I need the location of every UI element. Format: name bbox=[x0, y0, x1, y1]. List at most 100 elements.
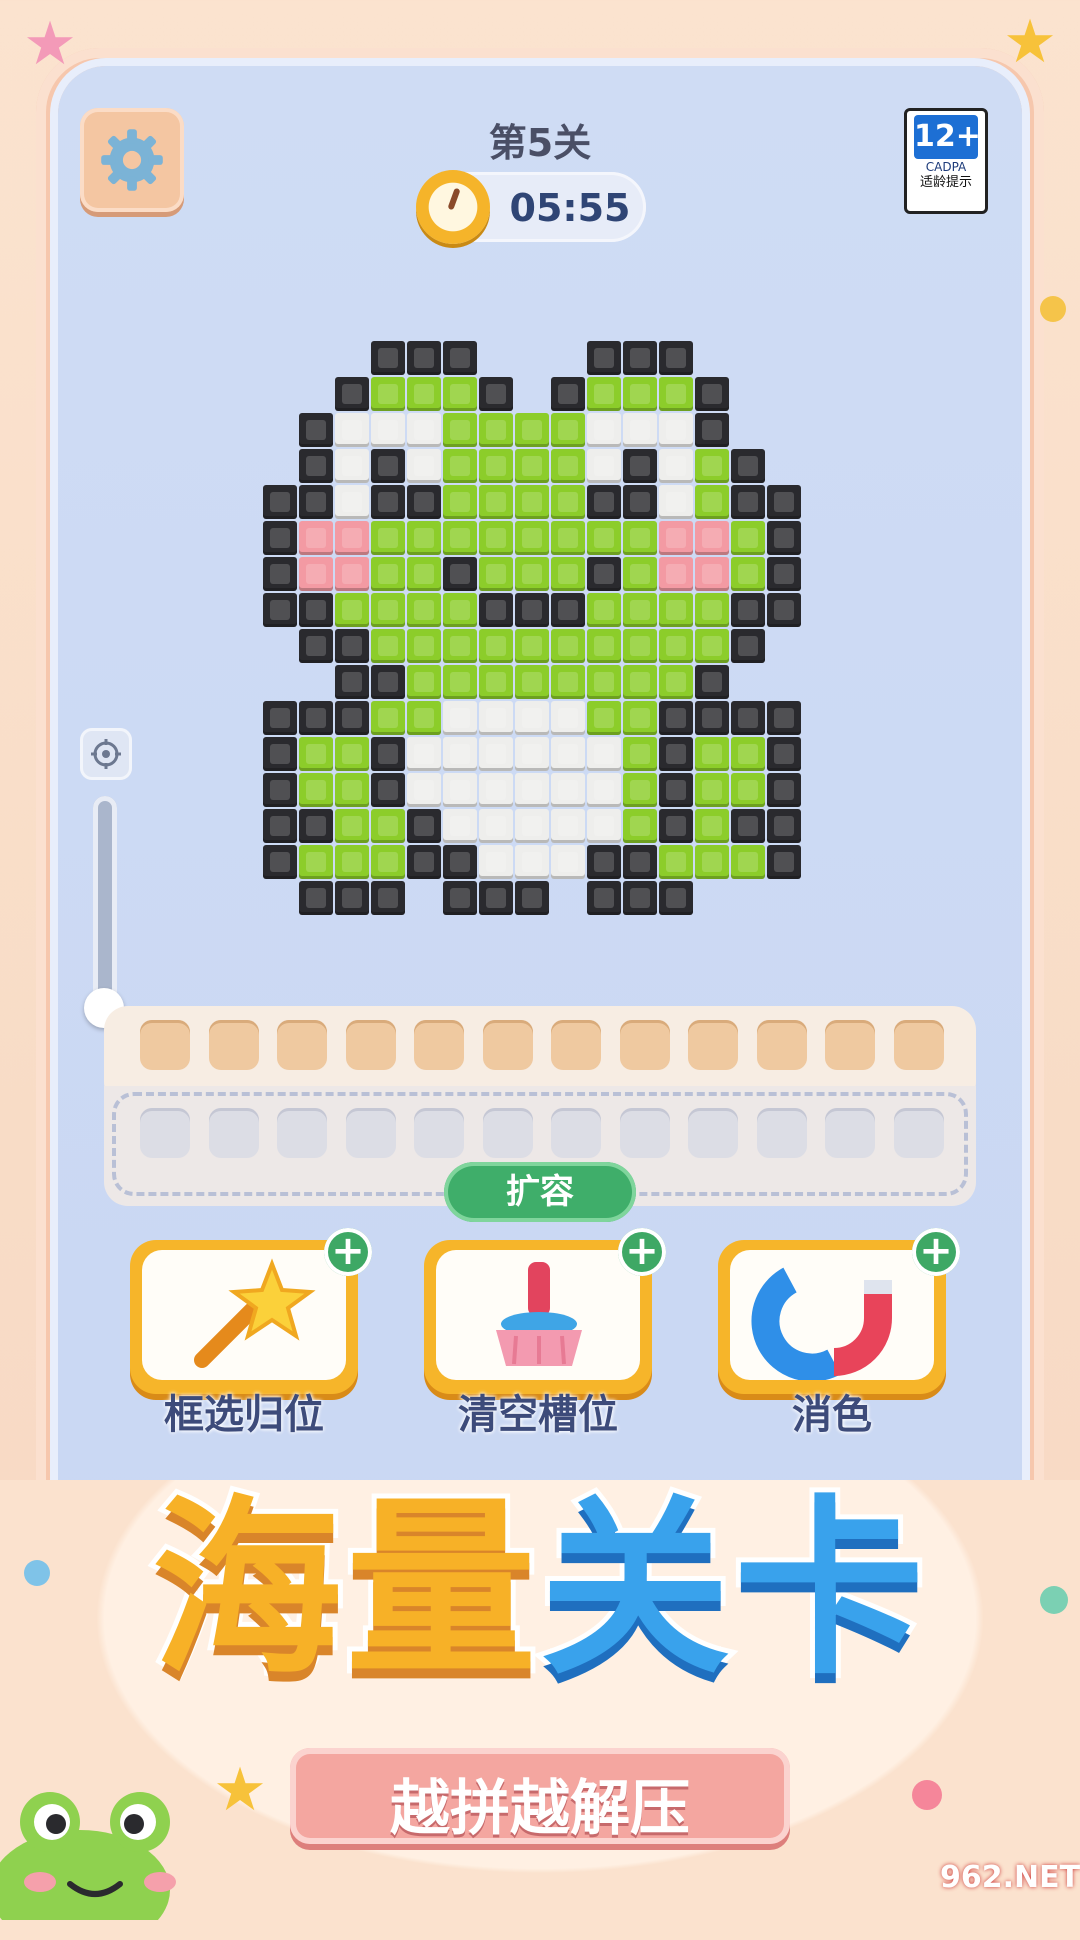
pixel-block[interactable] bbox=[695, 485, 729, 519]
pixel-block[interactable] bbox=[731, 737, 765, 771]
pixel-block[interactable] bbox=[443, 665, 477, 699]
pixel-block[interactable] bbox=[551, 521, 585, 555]
pixel-block[interactable] bbox=[695, 701, 729, 735]
pixel-block[interactable] bbox=[623, 377, 657, 411]
pixel-block[interactable] bbox=[263, 521, 297, 555]
pixel-block[interactable] bbox=[623, 845, 657, 879]
pixel-block[interactable] bbox=[587, 737, 621, 771]
pixel-block[interactable] bbox=[479, 845, 513, 879]
pixel-block[interactable] bbox=[335, 521, 369, 555]
pixel-block[interactable] bbox=[623, 521, 657, 555]
pixel-block[interactable] bbox=[587, 845, 621, 879]
pixel-block[interactable] bbox=[659, 881, 693, 915]
pixel-block[interactable] bbox=[407, 521, 441, 555]
pixel-block[interactable] bbox=[263, 593, 297, 627]
pixel-block[interactable] bbox=[371, 521, 405, 555]
pixel-block[interactable] bbox=[551, 485, 585, 519]
pixel-block[interactable] bbox=[515, 629, 549, 663]
pixel-block[interactable] bbox=[695, 593, 729, 627]
pixel-block[interactable] bbox=[695, 773, 729, 807]
pixel-block[interactable] bbox=[515, 557, 549, 591]
pixel-block[interactable] bbox=[659, 557, 693, 591]
pixel-block[interactable] bbox=[407, 773, 441, 807]
pixel-block[interactable] bbox=[335, 593, 369, 627]
pixel-block[interactable] bbox=[551, 593, 585, 627]
pixel-block[interactable] bbox=[695, 449, 729, 483]
pixel-block[interactable] bbox=[407, 557, 441, 591]
pixel-block[interactable] bbox=[551, 557, 585, 591]
pixel-block[interactable] bbox=[371, 809, 405, 843]
pixel-block[interactable] bbox=[299, 737, 333, 771]
pixel-block[interactable] bbox=[659, 521, 693, 555]
pixel-block[interactable] bbox=[335, 881, 369, 915]
pixel-block[interactable] bbox=[731, 629, 765, 663]
pixel-block[interactable] bbox=[335, 629, 369, 663]
pixel-block[interactable] bbox=[371, 557, 405, 591]
pixel-block[interactable] bbox=[371, 629, 405, 663]
pixel-block[interactable] bbox=[263, 845, 297, 879]
pixel-block[interactable] bbox=[335, 737, 369, 771]
pixel-block[interactable] bbox=[587, 773, 621, 807]
pixel-block[interactable] bbox=[263, 701, 297, 735]
pixel-block[interactable] bbox=[695, 737, 729, 771]
pixel-block[interactable] bbox=[371, 413, 405, 447]
pixel-block[interactable] bbox=[299, 809, 333, 843]
pixel-block[interactable] bbox=[731, 485, 765, 519]
pixel-block[interactable] bbox=[623, 557, 657, 591]
pixel-block[interactable] bbox=[767, 485, 801, 519]
pixel-block[interactable] bbox=[587, 341, 621, 375]
pixel-block[interactable] bbox=[551, 773, 585, 807]
pixel-block[interactable] bbox=[371, 737, 405, 771]
pixel-block[interactable] bbox=[407, 485, 441, 519]
pixel-block[interactable] bbox=[515, 809, 549, 843]
pixel-block[interactable] bbox=[407, 665, 441, 699]
pixel-block[interactable] bbox=[551, 845, 585, 879]
pixel-block[interactable] bbox=[479, 773, 513, 807]
pixel-block[interactable] bbox=[623, 485, 657, 519]
pixel-block[interactable] bbox=[371, 449, 405, 483]
pixel-block[interactable] bbox=[551, 809, 585, 843]
pixel-block[interactable] bbox=[263, 737, 297, 771]
pixel-block[interactable] bbox=[443, 557, 477, 591]
pixel-block[interactable] bbox=[659, 773, 693, 807]
pixel-block[interactable] bbox=[371, 845, 405, 879]
pixel-block[interactable] bbox=[623, 449, 657, 483]
pixel-block[interactable] bbox=[731, 845, 765, 879]
pixel-block[interactable] bbox=[767, 773, 801, 807]
pixel-block[interactable] bbox=[371, 665, 405, 699]
zoom-slider-track[interactable] bbox=[93, 796, 117, 1016]
pixel-block[interactable] bbox=[659, 665, 693, 699]
pixel-block[interactable] bbox=[695, 809, 729, 843]
pixel-block[interactable] bbox=[551, 665, 585, 699]
pixel-block[interactable] bbox=[587, 701, 621, 735]
pixel-block[interactable] bbox=[263, 557, 297, 591]
pixel-block[interactable] bbox=[479, 593, 513, 627]
pixel-block[interactable] bbox=[587, 557, 621, 591]
pixel-block[interactable] bbox=[299, 521, 333, 555]
pixel-block[interactable] bbox=[299, 629, 333, 663]
pixel-block[interactable] bbox=[299, 845, 333, 879]
pixel-block[interactable] bbox=[515, 845, 549, 879]
powerup-select-return[interactable]: + bbox=[130, 1228, 372, 1394]
pixel-block[interactable] bbox=[335, 809, 369, 843]
pixel-block[interactable] bbox=[371, 485, 405, 519]
pixel-block[interactable] bbox=[623, 809, 657, 843]
pixel-block[interactable] bbox=[551, 377, 585, 411]
pixel-block[interactable] bbox=[443, 485, 477, 519]
pixel-block[interactable] bbox=[335, 449, 369, 483]
pixel-block[interactable] bbox=[659, 593, 693, 627]
pixel-block[interactable] bbox=[299, 881, 333, 915]
pixel-block[interactable] bbox=[299, 413, 333, 447]
pixel-block[interactable] bbox=[371, 701, 405, 735]
pixel-block[interactable] bbox=[659, 341, 693, 375]
pixel-block[interactable] bbox=[731, 449, 765, 483]
pixel-block[interactable] bbox=[515, 701, 549, 735]
pixel-block[interactable] bbox=[659, 701, 693, 735]
pixel-block[interactable] bbox=[407, 629, 441, 663]
pixel-block[interactable] bbox=[443, 377, 477, 411]
pixel-block[interactable] bbox=[695, 557, 729, 591]
pixel-block[interactable] bbox=[551, 449, 585, 483]
pixel-block[interactable] bbox=[551, 629, 585, 663]
pixel-block[interactable] bbox=[335, 557, 369, 591]
pixel-block[interactable] bbox=[623, 629, 657, 663]
